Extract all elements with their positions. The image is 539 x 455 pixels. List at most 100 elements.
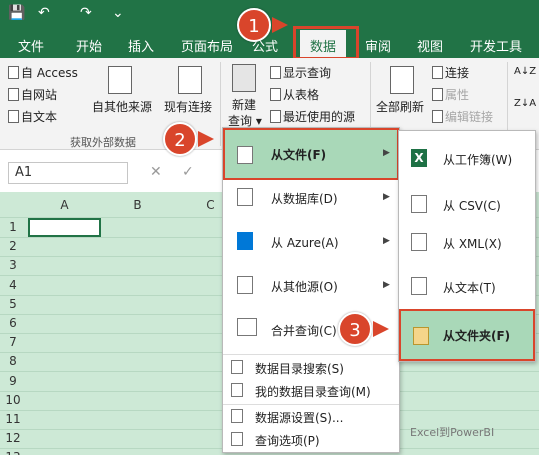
excel-icon: X: [411, 149, 427, 167]
menu-item-from-workbook[interactable]: 从工作簿(W): [443, 151, 512, 168]
menu-item-combine[interactable]: 合并查询(C): [271, 322, 337, 339]
table-icon: [270, 88, 281, 101]
new-query-label-1[interactable]: 新建: [232, 96, 256, 113]
menu-item-from-csv[interactable]: 从 CSV(C): [443, 197, 501, 214]
save-icon[interactable]: 💾: [8, 5, 25, 21]
enter-icon[interactable]: ✓: [182, 164, 194, 180]
menu-item-from-azure[interactable]: 从 Azure(A): [271, 234, 339, 251]
text-icon: [8, 110, 19, 123]
menu-item-from-other[interactable]: 从其他源(O): [271, 278, 338, 295]
step-badge-2: 2: [163, 122, 197, 156]
redo-icon[interactable]: ↷: [80, 5, 92, 21]
row-header[interactable]: 7: [0, 335, 26, 349]
menu-item-ds-settings[interactable]: 数据源设置(S)...: [255, 409, 343, 426]
row-header[interactable]: 1: [0, 220, 26, 234]
tab-file[interactable]: 文件: [18, 36, 44, 55]
edit-links-button[interactable]: 编辑链接: [432, 108, 493, 125]
tab-page-layout[interactable]: 页面布局: [181, 36, 233, 55]
access-icon: [8, 66, 19, 79]
show-queries-label: 显示查询: [283, 66, 332, 80]
edit-links-label: 编辑链接: [445, 110, 494, 124]
from-table-button[interactable]: 从表格: [270, 86, 319, 103]
tab-review[interactable]: 审阅: [365, 36, 391, 55]
properties-icon: [432, 88, 443, 101]
other-sources-icon: [108, 66, 132, 94]
submenu-arrow-icon: ▶: [383, 280, 390, 290]
from-access-button[interactable]: 自 Access: [8, 64, 78, 81]
row-header[interactable]: 3: [0, 258, 26, 272]
menu-item-query-options[interactable]: 查询选项(P): [255, 432, 320, 449]
step-arrow-icon: [272, 17, 288, 33]
row-header[interactable]: 10: [0, 393, 26, 407]
new-query-menu: 从文件(F) ▶ 从数据库(D) ▶ 从 Azure(A) ▶ 从其他源(O) …: [222, 127, 400, 453]
web-icon: [8, 88, 19, 101]
tab-insert[interactable]: 插入: [128, 36, 154, 55]
cancel-icon[interactable]: ✕: [150, 164, 162, 180]
sort-az-button[interactable]: A↓Z: [514, 66, 536, 77]
menu-separator: [223, 404, 399, 405]
connections-button[interactable]: 连接: [432, 64, 469, 81]
menu-item-my-catalog[interactable]: 我的数据目录查询(M): [255, 383, 371, 400]
row-header[interactable]: 9: [0, 374, 26, 388]
from-other-sources-button[interactable]: 自其他来源: [92, 98, 152, 115]
tab-home[interactable]: 开始: [76, 36, 102, 55]
column-header-b[interactable]: B: [101, 198, 174, 218]
row-header[interactable]: 4: [0, 278, 26, 292]
row-header[interactable]: 5: [0, 297, 26, 311]
undo-icon[interactable]: ↶: [38, 5, 50, 21]
submenu-arrow-icon: ▶: [383, 192, 390, 202]
column-header-a[interactable]: A: [28, 198, 101, 218]
csv-icon: [411, 195, 427, 213]
customize-icon[interactable]: ⌄: [112, 5, 124, 21]
existing-connections-button[interactable]: 现有连接: [164, 98, 212, 115]
watermark: Excel到PowerBI: [410, 426, 495, 439]
refresh-all-icon: [390, 66, 414, 94]
sort-za-button[interactable]: Z↓A: [514, 98, 536, 109]
menu-item-from-database[interactable]: 从数据库(D): [271, 190, 338, 207]
edit-links-icon: [432, 110, 443, 123]
row-header[interactable]: 2: [0, 239, 26, 253]
row-header[interactable]: 8: [0, 354, 26, 368]
my-catalog-icon: [231, 383, 243, 397]
existing-connections-icon: [178, 66, 202, 94]
submenu-arrow-icon: ▶: [383, 236, 390, 246]
show-queries-button[interactable]: 显示查询: [270, 64, 331, 81]
tab-view[interactable]: 视图: [417, 36, 443, 55]
from-file-submenu: X 从工作簿(W) 从 CSV(C) 从 XML(X) 从文本(T) 从文件夹(…: [398, 130, 536, 362]
catalog-search-icon: [231, 360, 243, 374]
row-header[interactable]: 6: [0, 316, 26, 330]
from-web-label: 自网站: [21, 88, 58, 102]
ribbon-tabs: 文件 开始 插入 页面布局 公式 数据 审阅 视图 开发工具: [0, 30, 539, 58]
row-header[interactable]: 11: [0, 412, 26, 426]
menu-item-from-xml[interactable]: 从 XML(X): [443, 235, 502, 252]
name-box[interactable]: A1: [8, 162, 128, 184]
properties-button[interactable]: 属性: [432, 86, 469, 103]
options-icon: [231, 432, 243, 446]
separator: [220, 62, 221, 146]
from-text-label: 自文本: [21, 110, 58, 124]
azure-icon: [237, 232, 253, 250]
row-header[interactable]: 13: [0, 450, 26, 455]
tab-developer[interactable]: 开发工具: [470, 36, 522, 55]
from-file-label: 从文件(F): [271, 148, 327, 162]
step-arrow-icon: [373, 321, 389, 337]
database-icon: [237, 188, 253, 206]
from-folder-label: 从文件夹(F): [443, 329, 511, 343]
group-label-external: 获取外部数据: [70, 136, 136, 149]
connections-icon: [432, 66, 443, 79]
from-table-label: 从表格: [283, 88, 320, 102]
submenu-arrow-icon: ▶: [383, 148, 390, 158]
menu-item-catalog-search[interactable]: 数据目录搜索(S): [255, 360, 344, 377]
refresh-all-button[interactable]: 全部刷新: [376, 98, 424, 115]
queries-icon: [270, 66, 281, 79]
connections-label: 连接: [445, 66, 470, 80]
recent-sources-button[interactable]: 最近使用的源: [270, 108, 355, 125]
menu-item-from-text[interactable]: 从文本(T): [443, 279, 496, 296]
from-web-button[interactable]: 自网站: [8, 86, 57, 103]
new-query-icon: [232, 64, 256, 92]
cell-a1[interactable]: [28, 218, 101, 237]
row-header[interactable]: 12: [0, 431, 26, 445]
recent-sources-label: 最近使用的源: [283, 110, 356, 124]
from-access-label: 自 Access: [21, 66, 78, 80]
from-text-button[interactable]: 自文本: [8, 108, 57, 125]
